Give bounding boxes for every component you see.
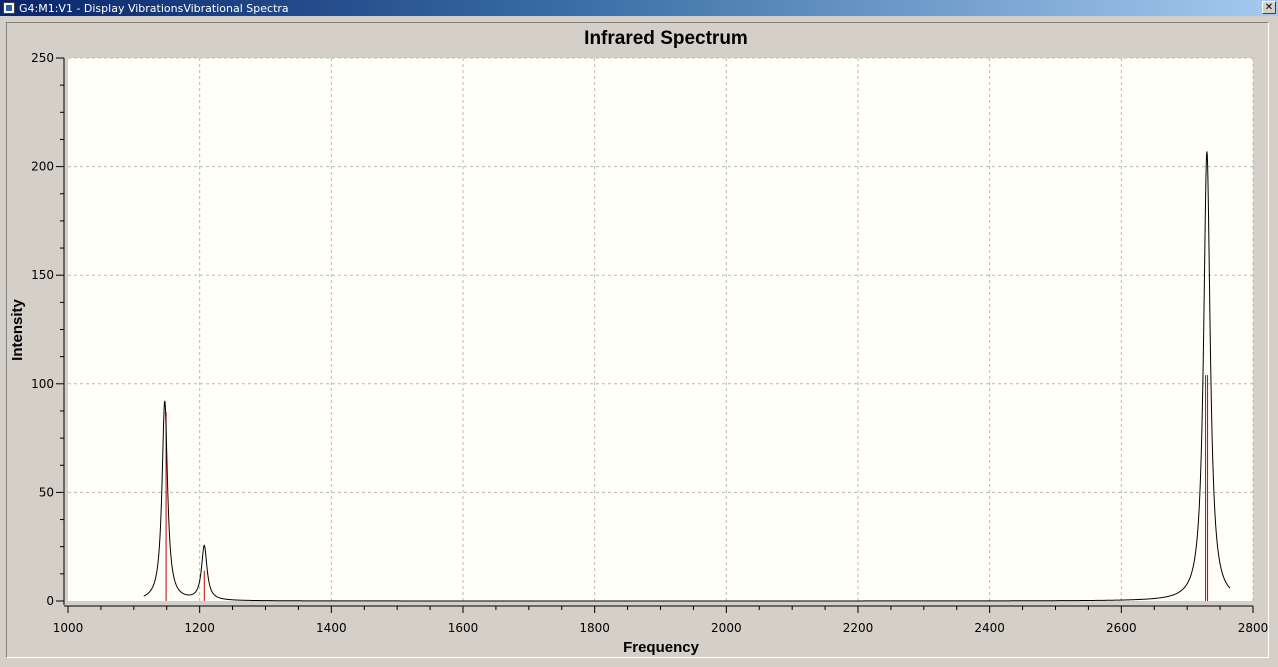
y-axis-title: Intensity [9,299,26,361]
chart-title: Infrared Spectrum [584,28,748,49]
y-tick-label: 50 [39,485,54,499]
infrared-spectrum-chart: Infrared Spectrum 1000 1200 1400 1600 1800 20… [9,28,1269,656]
y-tick-label: 200 [31,160,54,174]
x-tick-label: 2400 [974,621,1005,635]
y-tick-label: 100 [31,377,54,391]
x-tick-label: 1200 [184,621,215,635]
plot-area [68,58,1253,601]
y-tick-label: 250 [31,51,54,65]
x-tick-label: 1400 [316,621,347,635]
x-tick-label: 1800 [579,621,610,635]
x-axis-title: Frequency [623,639,700,656]
y-tick-label: 0 [46,594,54,608]
x-tick-label: 1600 [448,621,479,635]
x-tick-label: 2800 [1238,621,1269,635]
x-tick-label: 2000 [711,621,742,635]
y-tick-label: 150 [31,268,54,282]
x-tick-label: 2600 [1106,621,1137,635]
x-tick-label: 1000 [53,621,84,635]
x-tick-label: 2200 [843,621,874,635]
